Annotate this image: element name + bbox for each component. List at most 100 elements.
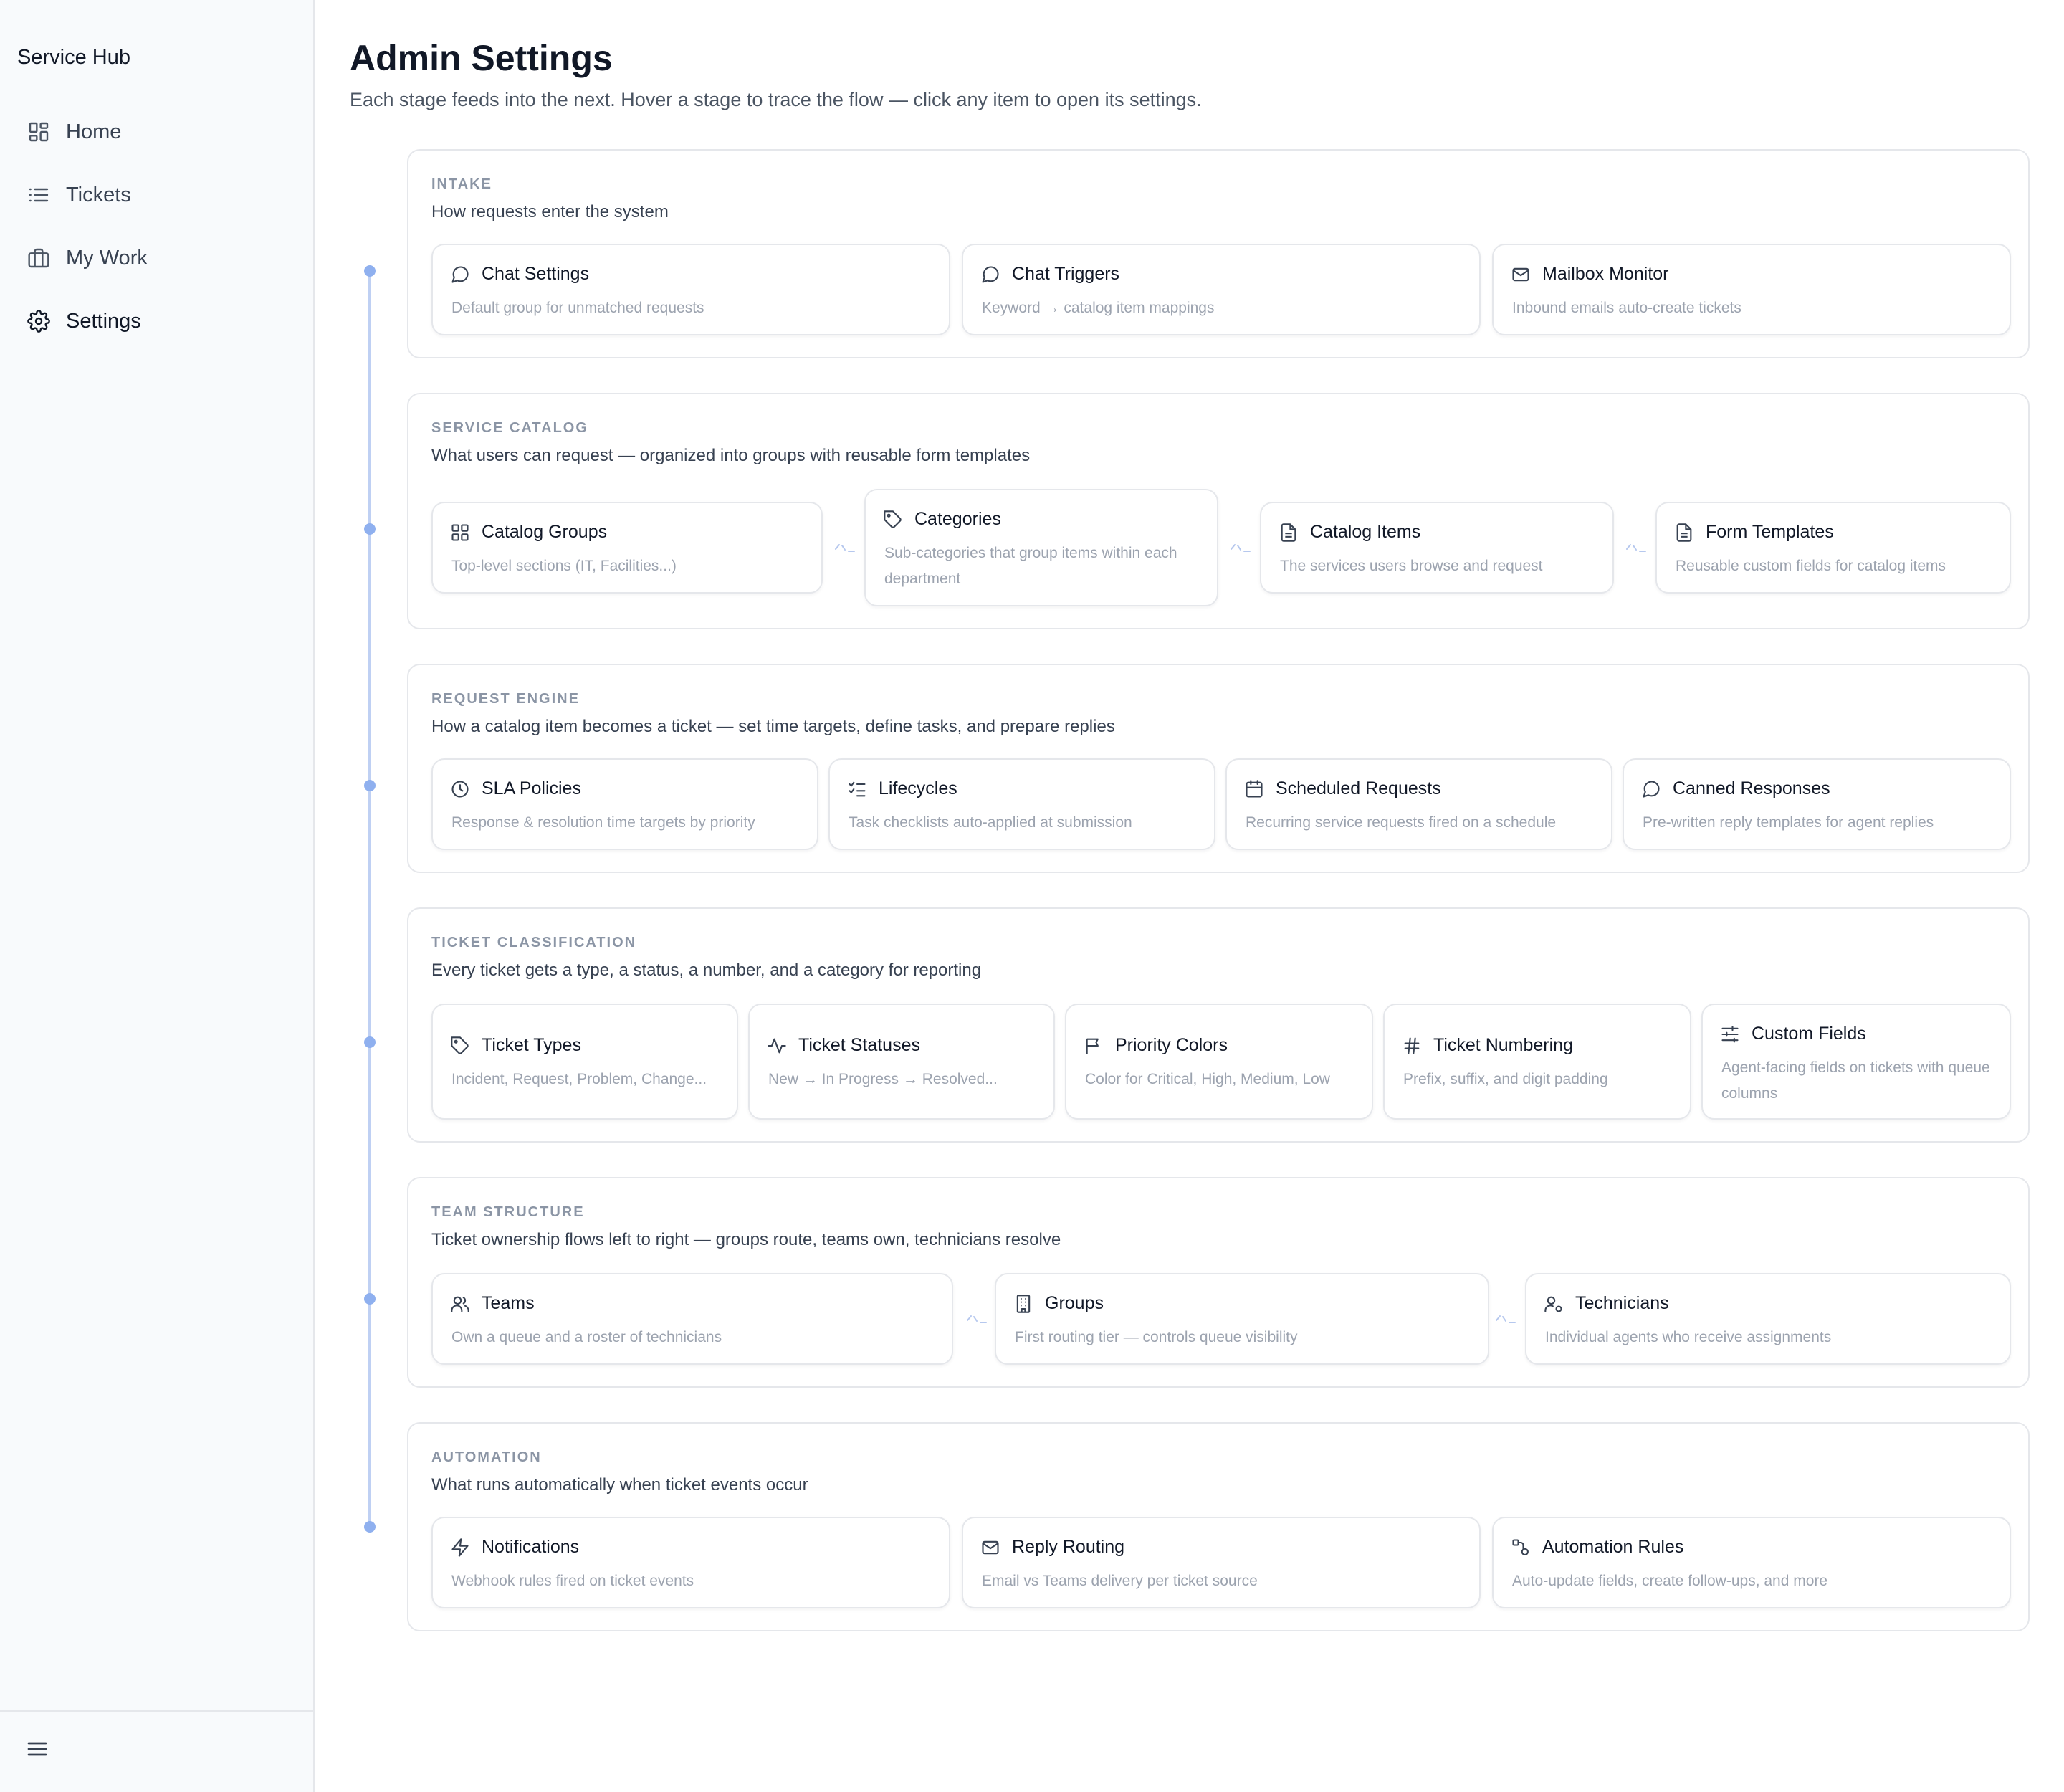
stage-description: What runs automatically when ticket even… [431,1475,808,1495]
gear-icon [27,310,50,333]
card-description: Incident, Request, Problem, Change... [452,1071,707,1087]
card-catalog-groups[interactable]: Catalog Groups Top-level sections (IT, F… [431,502,823,594]
card-groups[interactable]: Groups First routing tier — controls que… [995,1273,1489,1365]
card-canned-responses[interactable]: Canned Responses Pre-written reply templ… [1623,758,2011,850]
card-description: Auto-update fields, create follow-ups, a… [1512,1573,1828,1589]
card-priority-colors[interactable]: Priority Colors Color for Critical, High… [1065,1004,1373,1120]
card-description: New → In Progress → Resolved... [768,1071,998,1087]
card-automation-rules[interactable]: Automation Rules Auto-update fields, cre… [1492,1517,2011,1608]
card-title: Scheduled Requests [1276,778,1441,799]
stage-label: REQUEST ENGINE [431,691,580,707]
card-title: Ticket Statuses [798,1035,920,1055]
stage-team-structure[interactable]: TEAM STRUCTURE Ticket ownership flows le… [407,1177,2030,1388]
card-title: Notifications [482,1537,580,1557]
card-ticket-numbering[interactable]: Ticket Numbering Prefix, suffix, and dig… [1383,1004,1691,1120]
card-title: Custom Fields [1752,1024,1866,1044]
card-description: Top-level sections (IT, Facilities...) [452,558,677,574]
card-description: Inbound emails auto-create tickets [1512,300,1742,316]
timeline-dot [364,1036,376,1048]
flow-arrow-icon [833,540,857,555]
card-reply-routing[interactable]: Reply Routing Email vs Teams delivery pe… [962,1517,1481,1608]
chat-icon [980,264,1000,285]
card-teams[interactable]: Teams Own a queue and a roster of techni… [431,1273,953,1365]
flow-arrow-icon [1228,540,1253,555]
nav-item-label: Settings [66,309,141,333]
card-title: SLA Policies [482,778,581,799]
timeline-dot [364,523,376,535]
stage-request-engine[interactable]: REQUEST ENGINE How a catalog item become… [407,664,2030,873]
calendar-icon [1244,779,1264,799]
stage-label: AUTOMATION [431,1449,542,1465]
checklist-icon [847,779,867,799]
card-title: Categories [914,509,1001,529]
stage-description: What users can request — organized into … [431,446,1031,465]
nav-item-settings[interactable]: Settings [27,301,141,341]
card-description: Default group for unmatched requests [452,300,704,316]
card-scheduled-requests[interactable]: Scheduled Requests Recurring service req… [1226,758,1612,850]
card-description: Keyword → catalog item mappings [982,300,1215,316]
card-description: Response & resolution time targets by pr… [452,814,755,831]
mail-icon [980,1538,1000,1558]
stage-service-catalog[interactable]: SERVICE CATALOG What users can request —… [407,393,2030,629]
nav-item-tickets[interactable]: Tickets [27,175,131,215]
card-custom-fields[interactable]: Custom Fields Agent-facing fields on tic… [1701,1004,2011,1120]
nav-item-label: Home [66,120,122,143]
flow-arrow-icon [965,1312,989,1326]
timeline-dot [364,780,376,791]
card-sla-policies[interactable]: SLA Policies Response & resolution time … [431,758,818,850]
timeline-dot [364,1293,376,1305]
stage-label: INTAKE [431,176,492,192]
card-title: Groups [1045,1293,1104,1313]
flow-arrow-icon [1624,540,1648,555]
timeline-dot [364,1521,376,1533]
card-title: Technicians [1575,1293,1669,1313]
menu-icon[interactable] [26,1738,49,1760]
card-ticket-statuses[interactable]: Ticket Statuses New → In Progress → Reso… [748,1004,1055,1120]
card-notifications[interactable]: Notifications Webhook rules fired on tic… [431,1517,950,1608]
stage-description: How requests enter the system [431,202,669,221]
chat-icon [450,264,470,285]
user-gear-icon [1544,1294,1564,1314]
card-technicians[interactable]: Technicians Individual agents who receiv… [1525,1273,2011,1365]
card-ticket-types[interactable]: Ticket Types Incident, Request, Problem,… [431,1004,738,1120]
stage-description: How a catalog item becomes a ticket — se… [431,717,1115,736]
card-form-templates[interactable]: Form Templates Reusable custom fields fo… [1656,502,2011,594]
stage-automation[interactable]: AUTOMATION What runs automatically when … [407,1422,2030,1631]
card-description: The services users browse and request [1280,558,1543,574]
card-description: Task checklists auto-applied at submissi… [849,814,1132,831]
card-title: Reply Routing [1012,1537,1125,1557]
card-description: Pre-written reply templates for agent re… [1643,814,1934,831]
flow-arrow-icon [1494,1312,1518,1326]
timeline-dot [364,265,376,277]
sidebar-footer [0,1710,313,1792]
stage-label: SERVICE CATALOG [431,420,588,436]
timeline-line [368,271,371,1527]
sidebar: Service Hub Home Tickets My Work Setting… [0,0,315,1792]
card-categories[interactable]: Categories Sub-categories that group ite… [864,489,1218,606]
tag-icon [883,510,903,530]
nav-item-my-work[interactable]: My Work [27,238,148,278]
main-content: Admin Settings Each stage feeds into the… [315,0,2064,1792]
card-title: Teams [482,1293,535,1313]
stage-intake[interactable]: INTAKE How requests enter the system Cha… [407,149,2030,358]
page-subtitle: Each stage feeds into the next. Hover a … [350,89,1202,110]
card-title: Lifecycles [879,778,957,799]
nav-item-home[interactable]: Home [27,112,121,152]
card-description: Webhook rules fired on ticket events [452,1573,694,1589]
nav-item-label: Tickets [66,183,131,206]
grid-icon [27,120,50,143]
card-catalog-items[interactable]: Catalog Items The services users browse … [1260,502,1614,594]
stage-description: Ticket ownership flows left to right — g… [431,1230,1061,1249]
card-title: Mailbox Monitor [1542,264,1669,284]
card-lifecycles[interactable]: Lifecycles Task checklists auto-applied … [828,758,1215,850]
card-title: Chat Triggers [1012,264,1120,284]
nav-item-label: My Work [66,246,148,270]
workflow-icon [1511,1538,1531,1558]
card-description: Reusable custom fields for catalog items [1676,558,1946,574]
stage-description: Every ticket gets a type, a status, a nu… [431,961,982,980]
stage-ticket-classification[interactable]: TICKET CLASSIFICATION Every ticket gets … [407,907,2030,1143]
card-chat-settings[interactable]: Chat Settings Default group for unmatche… [431,244,950,335]
card-title: Chat Settings [482,264,590,284]
card-chat-triggers[interactable]: Chat Triggers Keyword → catalog item map… [962,244,1481,335]
card-mailbox-monitor[interactable]: Mailbox Monitor Inbound emails auto-crea… [1492,244,2011,335]
